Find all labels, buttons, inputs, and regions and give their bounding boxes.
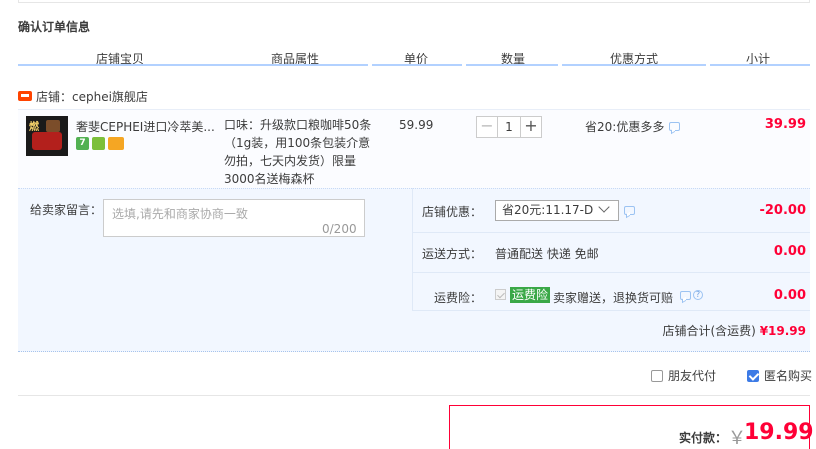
header-rule: [466, 64, 558, 66]
insurance-label: 运费险：: [434, 291, 483, 305]
friend-pay-checkbox[interactable]: [651, 369, 663, 382]
top-border: [18, 0, 810, 3]
help-icon[interactable]: ?: [693, 290, 703, 300]
thumbnail-text: 燃: [29, 122, 39, 133]
header-rule: [710, 64, 810, 66]
payment-amount: 19.99: [744, 420, 814, 445]
shop-icon: [18, 91, 32, 101]
shop-total-value: ¥19.99: [759, 324, 806, 338]
insurance-tag: 运费险: [510, 287, 551, 303]
item-subtotal: 39.99: [764, 117, 806, 132]
shop-total-label: 店铺合计(含运费): [662, 324, 756, 338]
chat-icon[interactable]: [680, 291, 691, 300]
service-badges: 7: [76, 137, 124, 150]
section-title: 确认订单信息: [18, 20, 91, 34]
discount-text: 省20:优惠多多: [585, 120, 665, 134]
product-thumbnail[interactable]: 燃: [26, 116, 68, 156]
shop-name[interactable]: 店铺：cephei旗舰店: [36, 88, 148, 105]
unit-price: 59.99: [399, 118, 434, 132]
panel-divider: [412, 188, 413, 310]
discount-method: 省20:优惠多多: [585, 118, 681, 135]
quantity-decrease-button[interactable]: −: [476, 116, 498, 138]
shop-discount-label: 店铺优惠：: [422, 205, 483, 219]
row-divider: [412, 232, 810, 233]
header-rule: [372, 64, 462, 66]
message-counter: 0/200: [322, 222, 357, 236]
quantity-increase-button[interactable]: +: [520, 116, 542, 138]
product-properties: 口味：升级款口粮咖啡50条（1g装，用100条包装介意勿拍，七天内发货）限量30…: [224, 118, 372, 186]
payment-label: 实付款：: [679, 431, 728, 445]
friend-pay-option[interactable]: 朋友代付: [651, 367, 716, 384]
message-label: 给卖家留言：: [30, 203, 103, 217]
header-rule: [18, 64, 368, 66]
insurance-value: 0.00: [773, 288, 806, 303]
chat-icon[interactable]: [624, 206, 635, 215]
insurance-text: 卖家赠送，退换货可赔: [553, 291, 674, 305]
credit-card-icon[interactable]: [108, 137, 124, 150]
row-divider: [412, 310, 810, 311]
seven-day-return-icon[interactable]: 7: [76, 137, 89, 150]
quantity-input[interactable]: 1: [498, 116, 520, 138]
anonymous-checkbox[interactable]: [747, 369, 759, 382]
row-divider: [412, 272, 810, 273]
message-placeholder: 选填,请先和商家协商一致: [112, 207, 248, 221]
chat-icon[interactable]: [669, 122, 681, 131]
shipping-method: 普通配送 快递 免邮: [495, 247, 599, 261]
product-title-link[interactable]: 奢斐CEPHEI进口冷萃美...: [76, 118, 216, 135]
shop-total: 店铺合计(含运费) ¥19.99: [662, 322, 806, 339]
shop-discount-value: -20.00: [759, 203, 806, 218]
quantity-stepper: − 1 +: [476, 116, 542, 138]
header-rule: [562, 64, 706, 66]
guarantee-icon[interactable]: [92, 137, 105, 150]
bottom-divider: [18, 395, 810, 396]
shop-row: 店铺：cephei旗舰店: [18, 88, 148, 104]
shipping-value: 0.00: [773, 244, 806, 259]
anonymous-option[interactable]: 匿名购买: [747, 367, 812, 384]
insurance-checkbox: [495, 289, 506, 300]
friend-pay-label[interactable]: 朋友代付: [668, 367, 716, 384]
anonymous-label[interactable]: 匿名购买: [764, 367, 812, 384]
shipping-label: 运送方式：: [422, 247, 483, 261]
